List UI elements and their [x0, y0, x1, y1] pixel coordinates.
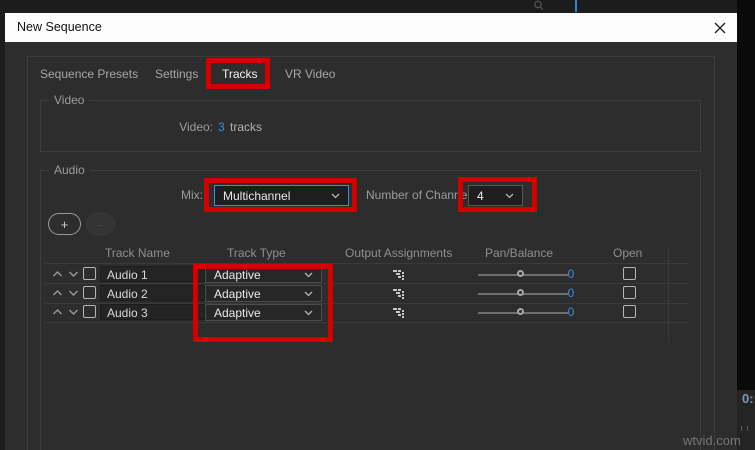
- mix-label: Mix:: [145, 188, 203, 202]
- track-name-field[interactable]: Audio 3: [100, 304, 205, 320]
- output-assignments-icon[interactable]: [393, 287, 405, 299]
- output-assignments-icon[interactable]: [393, 268, 405, 280]
- header-pan-balance: Pan/Balance: [485, 246, 553, 260]
- chevron-down-icon: [331, 193, 340, 199]
- pan-value[interactable]: 0: [557, 286, 585, 300]
- active-tab-underline: [221, 84, 261, 86]
- pan-value[interactable]: 0: [557, 267, 585, 281]
- ruler-tick: [741, 426, 742, 431]
- header-track-type: Track Type: [227, 246, 286, 260]
- header-output-assignments: Output Assignments: [345, 246, 452, 260]
- track-select-checkbox[interactable]: [83, 267, 96, 280]
- track-type-value: Adaptive: [214, 287, 304, 301]
- move-down-icon[interactable]: [68, 289, 79, 297]
- tab-sequence-presets[interactable]: Sequence Presets: [40, 67, 138, 81]
- slider-knob[interactable]: [517, 308, 524, 315]
- track-select-checkbox[interactable]: [83, 286, 96, 299]
- mix-dropdown[interactable]: Multichannel: [214, 185, 349, 206]
- close-icon[interactable]: [713, 21, 727, 35]
- channels-dropdown-value: 4: [477, 189, 505, 203]
- table-row: Audio 3 Adaptive 0: [45, 303, 693, 322]
- caret-line: [575, 0, 577, 12]
- slider-knob[interactable]: [517, 270, 524, 277]
- table-row: Audio 1 Adaptive 0: [45, 265, 693, 284]
- video-tracks-suffix: tracks: [230, 120, 262, 134]
- open-checkbox[interactable]: [623, 305, 636, 318]
- row-separator: [45, 263, 689, 264]
- table-row: Audio 2 Adaptive 0: [45, 284, 693, 303]
- track-name-field[interactable]: Audio 1: [100, 266, 205, 282]
- pan-balance-slider[interactable]: [478, 265, 568, 284]
- background-panel-edge: [737, 0, 755, 390]
- dialog-titlebar: New Sequence: [5, 13, 737, 42]
- add-track-label: +: [61, 217, 69, 232]
- track-type-value: Adaptive: [214, 306, 304, 320]
- mix-dropdown-value: Multichannel: [223, 189, 331, 203]
- ruler-tick: [747, 426, 748, 431]
- pan-value[interactable]: 0: [557, 305, 585, 319]
- move-down-icon[interactable]: [68, 308, 79, 316]
- open-checkbox[interactable]: [623, 267, 636, 280]
- track-table-header: Track Name Track Type Output Assignments…: [45, 246, 693, 260]
- new-sequence-dialog: New Sequence Sequence Presets Settings T…: [5, 13, 737, 450]
- add-track-button[interactable]: +: [48, 213, 81, 235]
- video-tracks-label: Video:: [115, 120, 213, 134]
- open-checkbox[interactable]: [623, 286, 636, 299]
- output-assignments-icon[interactable]: [393, 306, 405, 318]
- header-open: Open: [613, 246, 642, 260]
- audio-group-legend: Audio: [49, 163, 90, 177]
- slider-knob[interactable]: [517, 289, 524, 296]
- screen: 0: wtvid.com New Sequence Sequence Prese…: [0, 0, 755, 450]
- tab-tracks[interactable]: Tracks: [222, 67, 258, 81]
- chevron-down-icon: [304, 272, 313, 278]
- remove-track-label: -: [98, 217, 102, 232]
- pan-balance-slider[interactable]: [478, 284, 568, 303]
- chevron-down-icon: [304, 310, 313, 316]
- header-track-name: Track Name: [105, 246, 170, 260]
- track-type-dropdown[interactable]: Adaptive: [205, 266, 322, 283]
- dialog-title: New Sequence: [17, 20, 102, 34]
- row-separator: [45, 322, 689, 323]
- tab-settings[interactable]: Settings: [155, 67, 198, 81]
- track-type-dropdown[interactable]: Adaptive: [205, 285, 322, 302]
- chevron-down-icon: [304, 291, 313, 297]
- move-up-icon[interactable]: [52, 289, 63, 297]
- timecode-fragment: 0:: [742, 391, 754, 406]
- channels-dropdown[interactable]: 4: [468, 185, 523, 206]
- tab-vr-video[interactable]: VR Video: [285, 67, 335, 81]
- move-up-icon[interactable]: [52, 270, 63, 278]
- track-name-field[interactable]: Audio 2: [100, 285, 205, 301]
- channels-label: Number of Channels:: [366, 188, 479, 202]
- move-down-icon[interactable]: [68, 270, 79, 278]
- pan-balance-slider[interactable]: [478, 303, 568, 322]
- remove-track-button[interactable]: -: [86, 213, 115, 235]
- chevron-down-icon: [505, 193, 514, 199]
- video-group-legend: Video: [49, 93, 89, 107]
- search-icon: [533, 0, 545, 12]
- video-tracks-value[interactable]: 3: [218, 120, 225, 134]
- track-type-dropdown[interactable]: Adaptive: [205, 304, 322, 321]
- watermark: wtvid.com: [683, 433, 741, 448]
- track-select-checkbox[interactable]: [83, 305, 96, 318]
- move-up-icon[interactable]: [52, 308, 63, 316]
- track-type-value: Adaptive: [214, 268, 304, 282]
